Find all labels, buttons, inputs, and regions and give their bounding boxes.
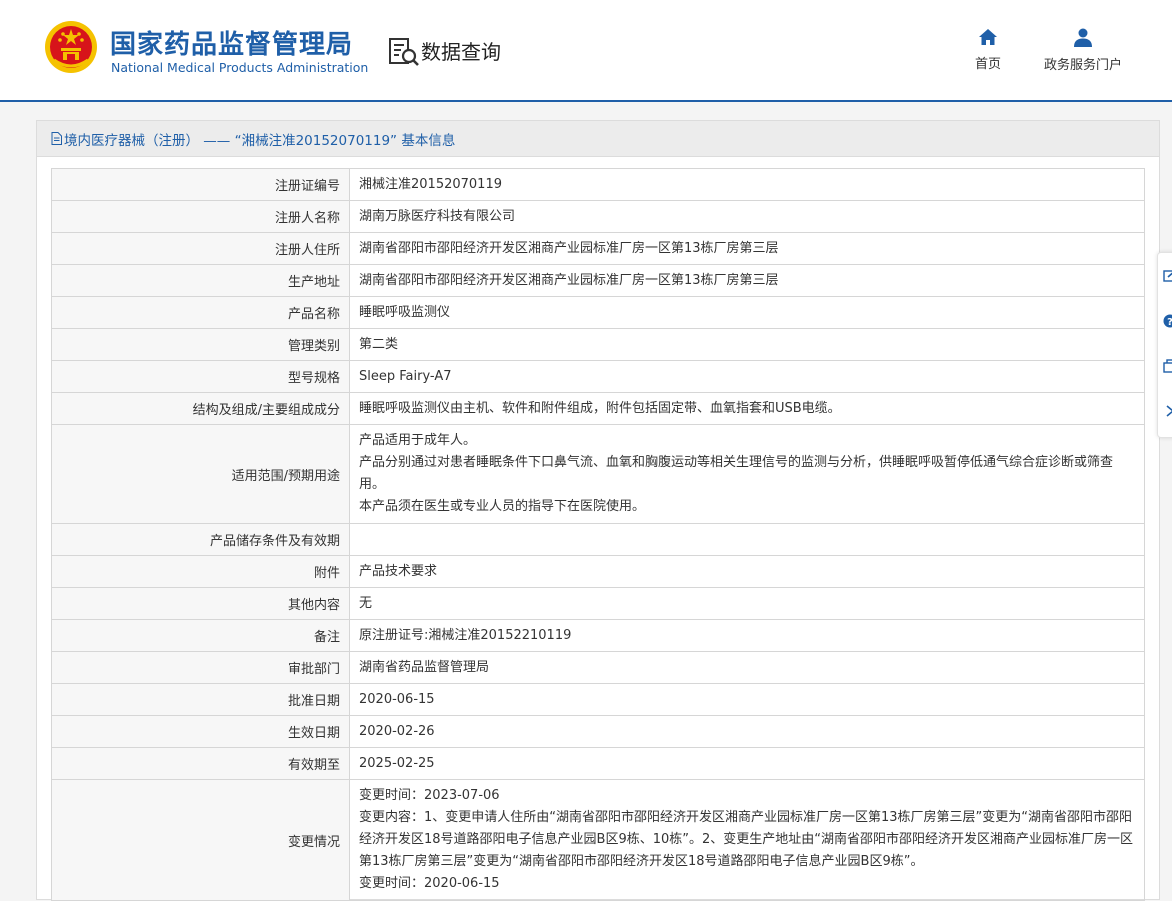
field-value-line: 湖南省药品监督管理局 [359,657,1134,679]
table-row: 注册人名称湖南万脉医疗科技有限公司 [52,201,1145,233]
table-row: 审批部门湖南省药品监督管理局 [52,652,1145,684]
detail-panel: 境内医疗器械（注册） —— “湘械注准20152070119” 基本信息 注册证… [36,120,1160,900]
field-value: 湖南万脉医疗科技有限公司 [350,201,1145,233]
table-row: 产品储存条件及有效期 [52,524,1145,556]
field-value-line: 产品适用于成年人。 [359,430,1134,452]
field-value-line: 本产品须在医生或专业人员的指导下在医院使用。 [359,496,1134,518]
table-row: 附件产品技术要求 [52,556,1145,588]
field-value: 湖南省邵阳市邵阳经济开发区湘商产业园标准厂房一区第13栋厂房第三层 [350,265,1145,297]
field-value: 睡眠呼吸监测仪由主机、软件和附件组成，附件包括固定带、血氧指套和USB电缆。 [350,393,1145,425]
field-value: 湘械注准20152070119 [350,169,1145,201]
field-value: 2020-06-15 [350,684,1145,716]
edit-icon[interactable] [1163,269,1172,283]
field-label: 结构及组成/主要组成成分 [52,393,350,425]
field-label: 产品名称 [52,297,350,329]
field-value: 产品适用于成年人。产品分别通过对患者睡眠条件下口鼻气流、血氧和胸腹运动等相关生理… [350,425,1145,524]
field-label: 生产地址 [52,265,350,297]
field-value-line: 2020-06-15 [359,689,1134,711]
field-label: 型号规格 [52,361,350,393]
field-value-line: 产品技术要求 [359,561,1134,583]
field-value-line: 无 [359,593,1134,615]
user-icon [1073,28,1093,47]
table-row: 型号规格 Sleep Fairy-A7 [52,361,1145,393]
table-row: 生效日期 2020-02-26 [52,716,1145,748]
table-row: 批准日期 2020-06-15 [52,684,1145,716]
nav-service-portal[interactable]: 政务服务门户 [1040,28,1126,73]
field-value [350,524,1145,556]
field-label: 变更情况 [52,780,350,901]
field-label: 注册人名称 [52,201,350,233]
site-header: 国家药品监督管理局 National Medical Products Admi… [0,0,1172,102]
info-table: 注册证编号湘械注准20152070119注册人名称湖南万脉医疗科技有限公司注册人… [51,168,1145,901]
field-value-line: 原注册证号:湘械注准20152210119 [359,625,1134,647]
field-value: 变更时间：2023-07-06变更内容：1、变更申请人住所由“湖南省邵阳市邵阳经… [350,780,1145,901]
section-title: 数据查询 [421,36,501,65]
field-value-line: 变更时间：2020-06-15 [359,873,1134,895]
field-label: 生效日期 [52,716,350,748]
table-row: 适用范围/预期用途产品适用于成年人。产品分别通过对患者睡眠条件下口鼻气流、血氧和… [52,425,1145,524]
field-value-line: 湖南省邵阳市邵阳经济开发区湘商产业园标准厂房一区第13栋厂房第三层 [359,238,1134,260]
help-icon[interactable]: ? [1163,314,1172,328]
field-value: 2020-02-26 [350,716,1145,748]
org-name-en: National Medical Products Administration [111,60,368,75]
panel-header: 境内医疗器械（注册） —— “湘械注准20152070119” 基本信息 [37,121,1159,157]
nav-portal-label: 政务服务门户 [1040,54,1126,73]
field-value-line: 第二类 [359,334,1134,356]
field-value-line: 湖南省邵阳市邵阳经济开发区湘商产业园标准厂房一区第13栋厂房第三层 [359,270,1134,292]
table-row: 变更情况变更时间：2023-07-06变更内容：1、变更申请人住所由“湖南省邵阳… [52,780,1145,901]
field-label: 管理类别 [52,329,350,361]
table-row: 生产地址湖南省邵阳市邵阳经济开发区湘商产业园标准厂房一区第13栋厂房第三层 [52,265,1145,297]
field-value-line: 变更时间：2023-07-06 [359,785,1134,807]
table-row: 备注原注册证号:湘械注准20152210119 [52,620,1145,652]
table-row: 管理类别第二类 [52,329,1145,361]
side-toolbar: ? [1157,252,1172,438]
field-value-line: Sleep Fairy-A7 [359,366,1134,388]
panel-title: 境内医疗器械（注册） —— “湘械注准20152070119” 基本信息 [64,129,455,149]
data-query-icon [388,37,420,67]
table-row: 注册人住所湖南省邵阳市邵阳经济开发区湘商产业园标准厂房一区第13栋厂房第三层 [52,233,1145,265]
field-label: 批准日期 [52,684,350,716]
document-icon [51,132,62,145]
field-value-line: 睡眠呼吸监测仪 [359,302,1134,324]
field-label: 注册人住所 [52,233,350,265]
field-label: 审批部门 [52,652,350,684]
field-label: 其他内容 [52,588,350,620]
field-value: 第二类 [350,329,1145,361]
field-value: 原注册证号:湘械注准20152210119 [350,620,1145,652]
field-label: 附件 [52,556,350,588]
field-label: 产品储存条件及有效期 [52,524,350,556]
chevron-right-icon[interactable] [1163,404,1172,418]
org-name-cn: 国家药品监督管理局 [110,24,353,61]
svg-text:?: ? [1167,317,1172,328]
field-label: 有效期至 [52,748,350,780]
field-value: 产品技术要求 [350,556,1145,588]
field-value-line: 睡眠呼吸监测仪由主机、软件和附件组成，附件包括固定带、血氧指套和USB电缆。 [359,398,1134,420]
field-label: 适用范围/预期用途 [52,425,350,524]
field-value: 睡眠呼吸监测仪 [350,297,1145,329]
table-row: 结构及组成/主要组成成分睡眠呼吸监测仪由主机、软件和附件组成，附件包括固定带、血… [52,393,1145,425]
field-value: Sleep Fairy-A7 [350,361,1145,393]
field-value: 无 [350,588,1145,620]
table-row: 产品名称睡眠呼吸监测仪 [52,297,1145,329]
field-value-line: 产品分别通过对患者睡眠条件下口鼻气流、血氧和胸腹运动等相关生理信号的监测与分析，… [359,452,1134,496]
table-row: 注册证编号湘械注准20152070119 [52,169,1145,201]
nav-home[interactable]: 首页 [968,28,1008,72]
field-value-line: 变更内容：1、变更申请人住所由“湖南省邵阳市邵阳经济开发区湘商产业园标准厂房一区… [359,807,1134,873]
table-row: 其他内容无 [52,588,1145,620]
field-label: 备注 [52,620,350,652]
field-value: 湖南省药品监督管理局 [350,652,1145,684]
copy-icon[interactable] [1163,359,1172,373]
field-value-line: 2025-02-25 [359,753,1134,775]
field-value-line: 2020-02-26 [359,721,1134,743]
field-value: 湖南省邵阳市邵阳经济开发区湘商产业园标准厂房一区第13栋厂房第三层 [350,233,1145,265]
home-icon [978,28,998,46]
field-label: 注册证编号 [52,169,350,201]
table-row: 有效期至 2025-02-25 [52,748,1145,780]
field-value-line: 湘械注准20152070119 [359,174,1134,196]
national-emblem-icon [44,20,98,74]
field-value-line: 湖南万脉医疗科技有限公司 [359,206,1134,228]
nav-home-label: 首页 [968,53,1008,72]
field-value: 2025-02-25 [350,748,1145,780]
